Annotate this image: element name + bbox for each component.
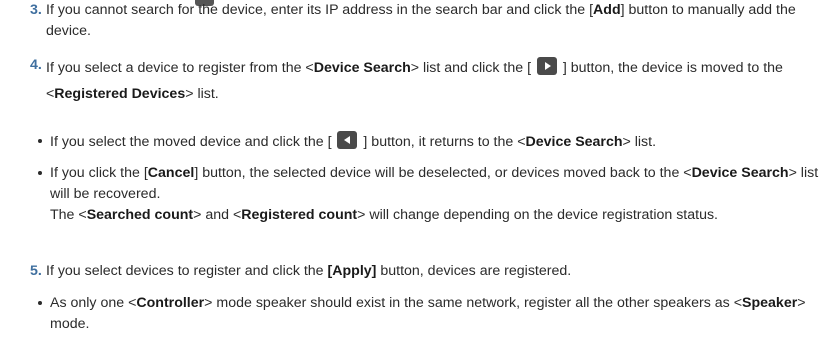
step-number: 3. bbox=[30, 2, 42, 18]
step-5: 5. If you select devices to register and… bbox=[30, 261, 826, 282]
step-number: 4. bbox=[30, 57, 42, 73]
bullet-item: If you click the [Cancel] button, the se… bbox=[38, 163, 826, 226]
searched-count-label: Searched count bbox=[86, 207, 194, 223]
registered-count-label: Registered count bbox=[241, 207, 358, 223]
device-search-label: Device Search bbox=[691, 165, 789, 181]
add-button-label: Add bbox=[593, 2, 621, 18]
device-search-label: Device Search bbox=[313, 60, 411, 76]
play-right-icon bbox=[536, 57, 557, 75]
bullet-item: If you select the moved device and click… bbox=[38, 131, 826, 153]
play-left-icon bbox=[337, 131, 358, 149]
step-4: 4. If you select a device to register fr… bbox=[30, 55, 826, 107]
bullet-item: As only one <Controller> mode speaker sh… bbox=[38, 293, 826, 335]
step-text: If you select devices to register and cl… bbox=[46, 263, 572, 279]
apply-button-label: [Apply] bbox=[327, 263, 377, 279]
step-text: If you select a device to register from … bbox=[30, 55, 826, 107]
step-3: 3. If you cannot search for the device, … bbox=[30, 0, 826, 42]
registered-devices-label: Registered Devices bbox=[54, 86, 186, 102]
device-search-label: Device Search bbox=[525, 134, 623, 150]
step-number: 5. bbox=[30, 263, 42, 279]
cancel-button-label: Cancel bbox=[147, 165, 195, 181]
bullet-text: If you click the [Cancel] button, the se… bbox=[50, 165, 819, 202]
controller-label: Controller bbox=[136, 295, 205, 311]
step-text: If you cannot search for the device, ent… bbox=[46, 2, 796, 39]
speaker-label: Speaker bbox=[742, 295, 798, 311]
bullet-text-continued: The <Searched count> and <Registered cou… bbox=[50, 207, 718, 223]
